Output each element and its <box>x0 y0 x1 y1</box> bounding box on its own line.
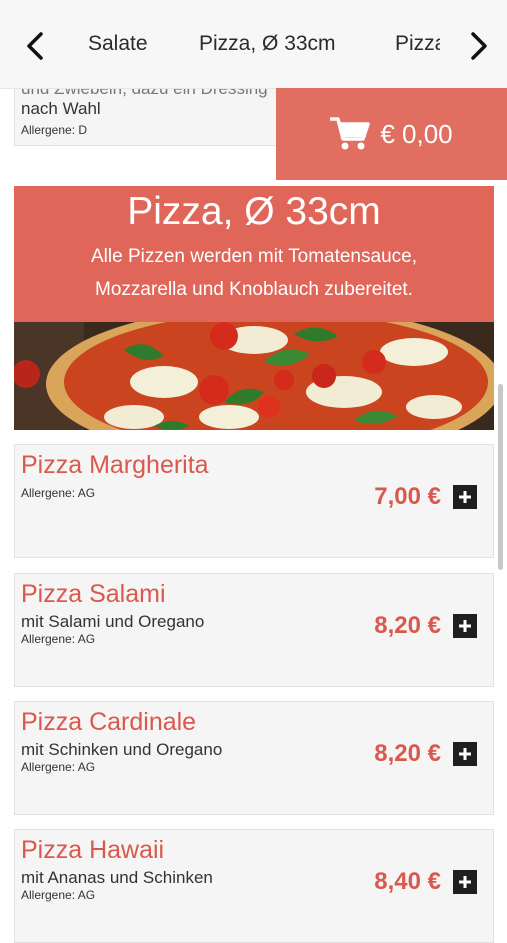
item-name: Pizza Margherita <box>21 451 209 479</box>
scrollbar[interactable] <box>498 384 503 570</box>
previous-item-allergens: Allergene: D <box>21 123 88 137</box>
cart-button[interactable]: € 0,00 <box>276 88 507 180</box>
category-title: Pizza, Ø 33cm <box>127 190 381 233</box>
plus-icon <box>459 491 471 503</box>
chevron-left-icon[interactable] <box>20 26 50 66</box>
item-allergens: Allergene: AG <box>21 486 96 500</box>
category-description: Alle Pizzen werden mit Tomatensauce, Moz… <box>91 246 417 300</box>
shopping-cart-icon <box>330 117 371 150</box>
tab-pizza-next[interactable]: Pizza <box>395 32 440 56</box>
category-nav-bar: Salate Pizza, Ø 33cm Pizza <box>0 0 507 89</box>
item-allergens: Allergene: AG <box>21 632 96 646</box>
item-price: 8,20 € <box>374 612 441 639</box>
item-allergens: Allergene: AG <box>21 760 96 774</box>
item-name: Pizza Cardinale <box>21 708 197 736</box>
item-description: mit Ananas und Schinken <box>21 868 213 887</box>
item-description: mit Schinken und Oregano <box>21 740 223 759</box>
add-to-cart-button[interactable] <box>453 485 477 509</box>
item-name: Pizza Hawaii <box>21 836 165 864</box>
add-to-cart-button[interactable] <box>453 614 477 638</box>
add-to-cart-button[interactable] <box>453 742 477 766</box>
item-price: 8,20 € <box>374 740 441 767</box>
tab-salate[interactable]: Salate <box>88 32 148 56</box>
category-header: Pizza, Ø 33cm Alle Pizzen werden mit Tom… <box>14 186 494 322</box>
category-image <box>14 322 494 430</box>
plus-icon <box>459 876 471 888</box>
item-price: 7,00 € <box>374 483 441 510</box>
plus-icon <box>459 620 471 632</box>
chevron-right-icon[interactable] <box>464 26 494 66</box>
add-to-cart-button[interactable] <box>453 870 477 894</box>
item-price: 8,40 € <box>374 868 441 895</box>
tab-pizza-33cm[interactable]: Pizza, Ø 33cm <box>199 32 336 56</box>
menu-item-pizza-margherita[interactable]: Pizza Margherita Allergene: AG 7,00 € <box>14 444 494 558</box>
menu-item-pizza-hawaii[interactable]: Pizza Hawaii mit Ananas und Schinken All… <box>14 829 494 943</box>
cart-total: € 0,00 <box>380 118 453 149</box>
plus-icon <box>459 748 471 760</box>
category-tabs: Salate Pizza, Ø 33cm Pizza <box>68 30 440 62</box>
menu-item-pizza-cardinale[interactable]: Pizza Cardinale mit Schinken und Oregano… <box>14 701 494 815</box>
item-description: mit Salami und Oregano <box>21 612 205 631</box>
menu-item-pizza-salami[interactable]: Pizza Salami mit Salami und Oregano Alle… <box>14 573 494 687</box>
item-name: Pizza Salami <box>21 580 166 608</box>
